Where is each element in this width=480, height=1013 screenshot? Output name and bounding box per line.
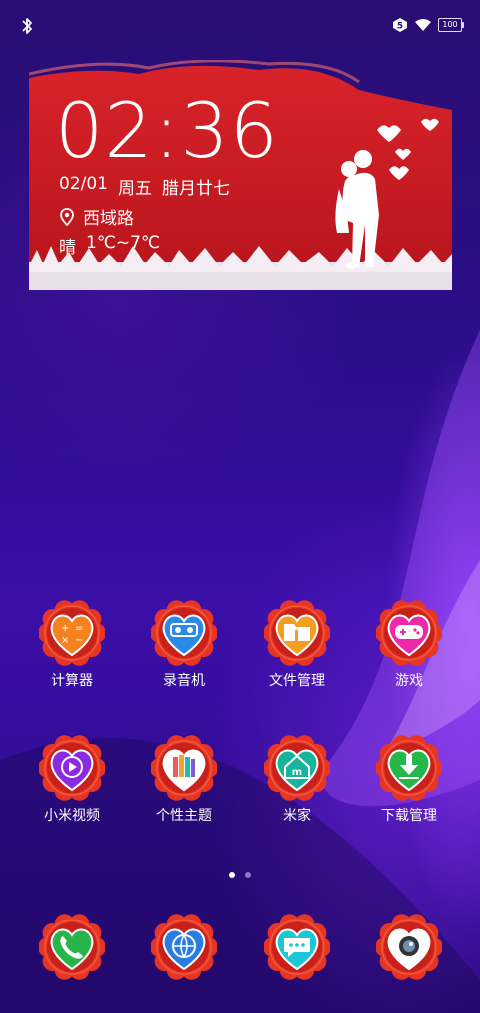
- date: 02/01: [59, 174, 108, 194]
- hd-voice-icon: 5: [393, 18, 407, 32]
- lunar-date: 腊月廿七: [162, 179, 230, 199]
- svg-text:−: −: [75, 635, 83, 646]
- app-label: 小米视频: [44, 808, 100, 824]
- messages-icon: [263, 914, 331, 980]
- app-download[interactable]: 下载管理: [359, 735, 459, 825]
- svg-text:×: ×: [61, 635, 69, 646]
- mijia-home-icon: m: [264, 735, 330, 801]
- svg-text:m: m: [292, 767, 302, 778]
- recorder-icon: [151, 600, 217, 666]
- browser-globe-icon: [150, 914, 218, 980]
- app-theme-pencils[interactable]: 个性主题: [134, 735, 234, 825]
- app-mijia-home[interactable]: m 米家: [247, 735, 347, 825]
- couple-silhouette-illustration: [335, 150, 379, 269]
- page-dot-1[interactable]: [229, 872, 235, 878]
- clock-weather-widget[interactable]: 02:36 02/01 周五 腊月廿七 西域路 晴 1℃~7℃: [29, 60, 452, 290]
- phone-icon: [38, 914, 106, 980]
- weather-line: 晴 1℃~7℃: [59, 233, 160, 258]
- status-bar: 5 100: [0, 0, 480, 50]
- weather-condition: 晴: [59, 238, 76, 258]
- location-line: 西域路: [59, 204, 134, 229]
- app-label: 录音机: [163, 673, 205, 689]
- calculator-icon: + = × −: [39, 600, 105, 666]
- dock-messages[interactable]: [263, 914, 331, 980]
- app-label: 游戏: [395, 673, 423, 689]
- app-gamepad[interactable]: 游戏: [359, 600, 459, 690]
- status-icons: 5 100: [392, 16, 464, 34]
- clock-time: 02:36: [55, 86, 280, 175]
- date-line: 02/01 周五 腊月廿七: [59, 174, 230, 199]
- temperature-range: 1℃~7℃: [86, 233, 161, 253]
- app-label: 个性主题: [156, 808, 212, 824]
- svg-text:+: +: [61, 623, 69, 634]
- wifi-icon: [415, 19, 431, 31]
- app-label: 文件管理: [269, 673, 325, 689]
- gamepad-icon: [376, 600, 442, 666]
- camera-icon: [375, 914, 443, 980]
- folder-icon: [264, 600, 330, 666]
- app-video[interactable]: 小米视频: [22, 735, 122, 825]
- weekday: 周五: [118, 179, 152, 199]
- page-indicator: [0, 872, 480, 878]
- bluetooth-icon: [22, 18, 32, 34]
- app-label: 下载管理: [381, 808, 437, 824]
- theme-pencils-icon: [151, 735, 217, 801]
- app-label: 米家: [283, 808, 311, 824]
- app-folder[interactable]: 文件管理: [247, 600, 347, 690]
- location-pin-icon: [60, 207, 74, 226]
- page-dot-2[interactable]: [245, 872, 251, 878]
- svg-text:5: 5: [397, 22, 403, 32]
- app-calculator[interactable]: + = × − 计算器: [22, 600, 122, 690]
- dock-browser-globe[interactable]: [150, 914, 218, 980]
- download-icon: [376, 735, 442, 801]
- app-label: 计算器: [51, 673, 93, 689]
- app-recorder[interactable]: 录音机: [134, 600, 234, 690]
- battery-indicator: 100: [438, 18, 464, 32]
- video-icon: [39, 735, 105, 801]
- dock-camera[interactable]: [375, 914, 443, 980]
- svg-text:=: =: [75, 623, 83, 634]
- dock-phone[interactable]: [38, 914, 106, 980]
- location-name: 西域路: [83, 209, 134, 229]
